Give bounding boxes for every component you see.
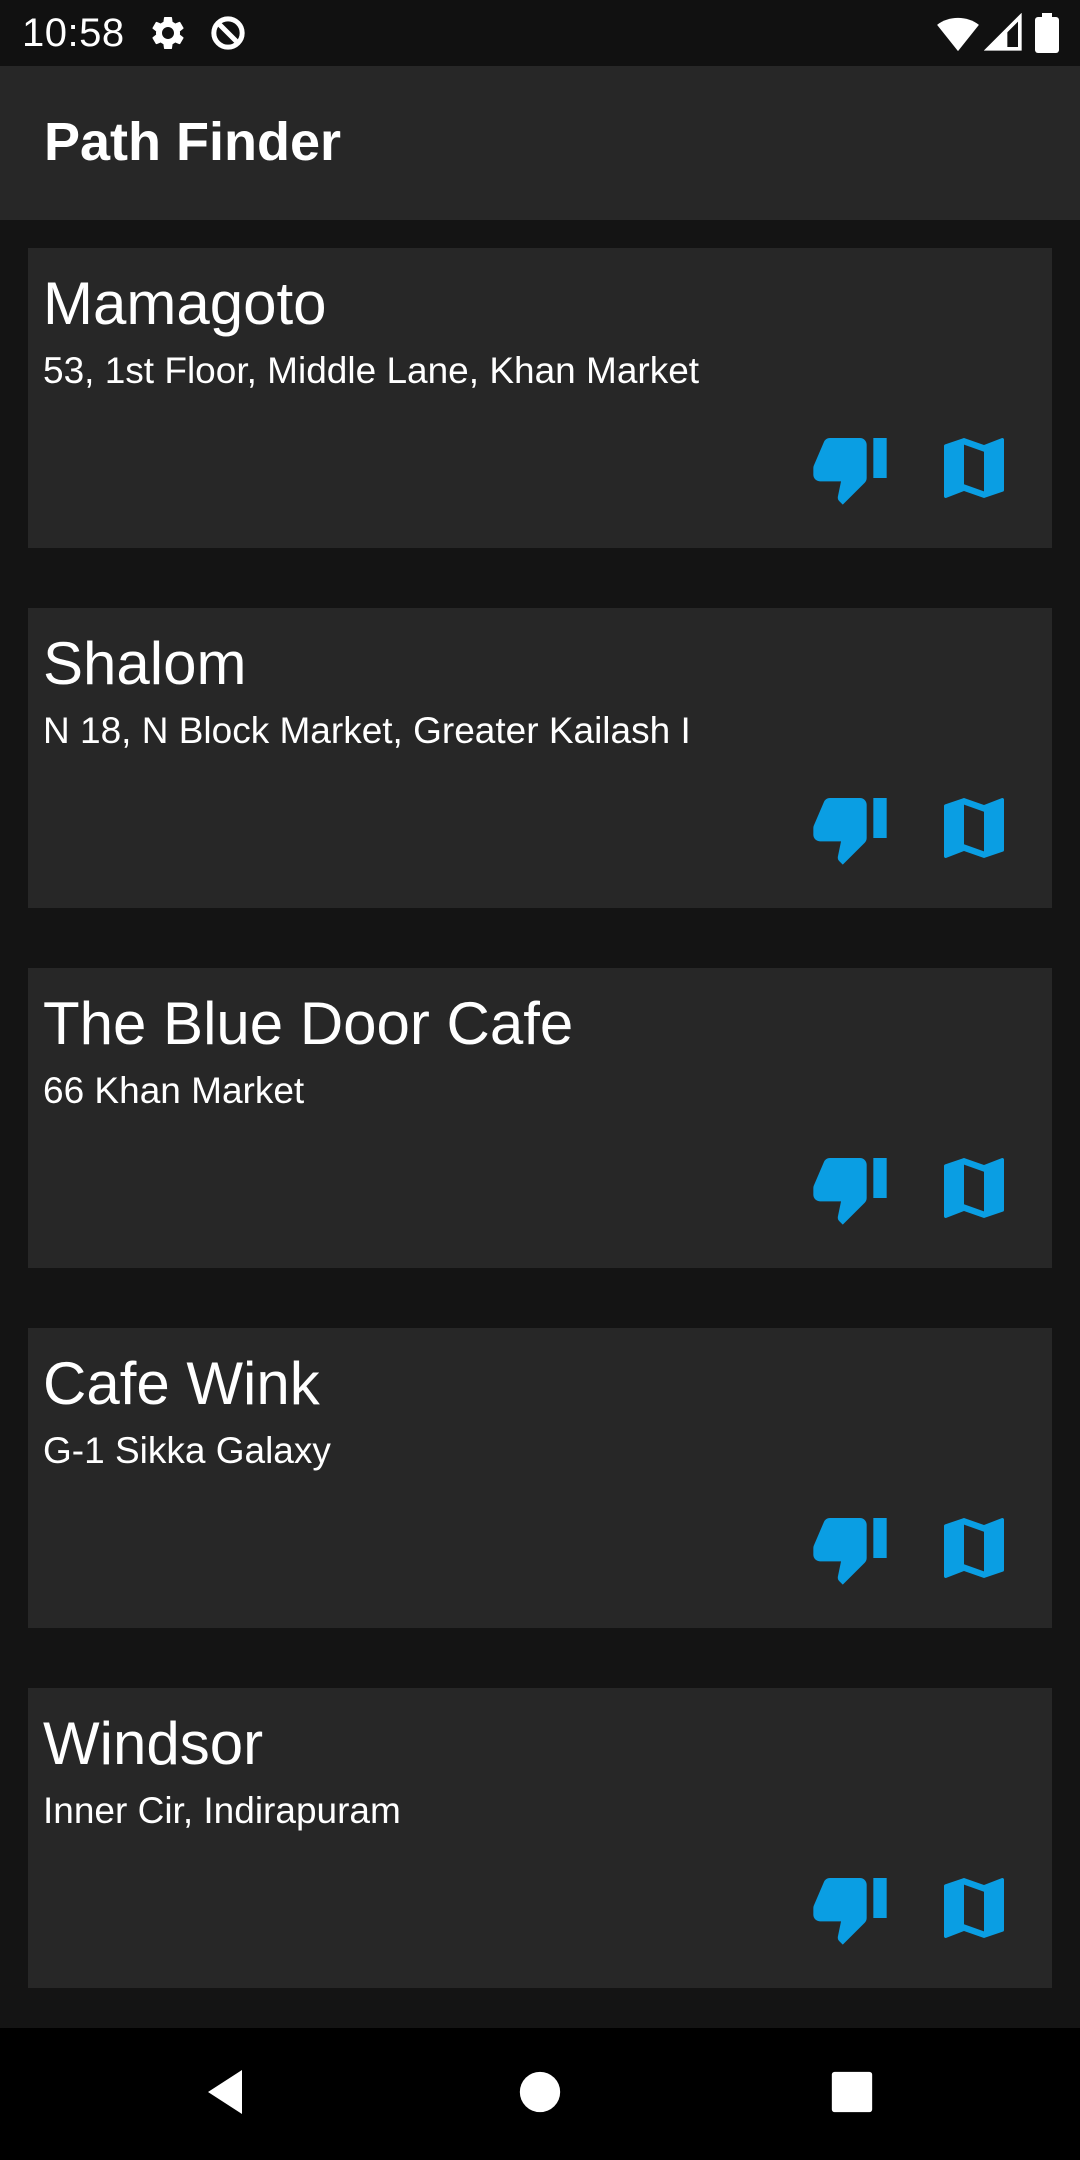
dislike-button[interactable] (804, 428, 896, 512)
map-icon (934, 788, 1014, 873)
map-icon (934, 1868, 1014, 1953)
place-card[interactable]: Windsor Inner Cir, Indirapuram (28, 1688, 1052, 1988)
map-icon (934, 1148, 1014, 1233)
wifi-icon (936, 13, 980, 53)
place-address: N 18, N Block Market, Greater Kailash I (43, 710, 691, 751)
dislike-button[interactable] (804, 1508, 896, 1592)
thumb-down-icon (806, 1868, 894, 1953)
navigation-bar (0, 2028, 1080, 2160)
dislike-button[interactable] (804, 788, 896, 872)
place-card[interactable]: The Blue Door Cafe 66 Khan Market (28, 968, 1052, 1268)
app-bar: Path Finder (0, 66, 1080, 220)
dislike-button[interactable] (804, 1148, 896, 1232)
place-list[interactable]: Mamagoto 53, 1st Floor, Middle Lane, Kha… (0, 220, 1080, 2028)
signal-icon (983, 12, 1024, 53)
place-card[interactable]: Mamagoto 53, 1st Floor, Middle Lane, Kha… (28, 248, 1052, 548)
place-address: Inner Cir, Indirapuram (43, 1790, 401, 1831)
map-icon (934, 1508, 1014, 1593)
place-card[interactable]: Shalom N 18, N Block Market, Greater Kai… (28, 608, 1052, 908)
place-address: 66 Khan Market (43, 1070, 305, 1111)
home-button[interactable] (510, 2064, 570, 2124)
map-button[interactable] (928, 428, 1020, 512)
place-name: Shalom (43, 630, 247, 697)
recents-button[interactable] (822, 2064, 882, 2124)
status-time: 10:58 (22, 11, 125, 55)
place-address: G-1 Sikka Galaxy (43, 1430, 331, 1471)
map-icon (934, 428, 1014, 513)
battery-icon (1034, 13, 1060, 53)
home-icon (518, 2070, 562, 2119)
app-title: Path Finder (44, 112, 342, 172)
back-icon (202, 2066, 250, 2123)
place-address: 53, 1st Floor, Middle Lane, Khan Market (43, 350, 700, 391)
place-name: The Blue Door Cafe (43, 990, 574, 1057)
thumb-down-icon (806, 788, 894, 873)
map-button[interactable] (928, 1148, 1020, 1232)
back-button[interactable] (196, 2064, 256, 2124)
thumb-down-icon (806, 428, 894, 513)
place-name: Mamagoto (43, 270, 327, 337)
place-name: Windsor (43, 1710, 264, 1777)
data-saver-icon (208, 13, 248, 53)
place-name: Cafe Wink (43, 1350, 320, 1417)
map-button[interactable] (928, 788, 1020, 872)
thumb-down-icon (806, 1148, 894, 1233)
map-button[interactable] (928, 1868, 1020, 1952)
place-card[interactable]: Cafe Wink G-1 Sikka Galaxy (28, 1328, 1052, 1628)
recents-icon (830, 2070, 874, 2119)
status-bar: 10:58 (0, 0, 1080, 66)
settings-icon (148, 13, 188, 53)
screen: 10:58 Path Finder Mamagoto 53, 1st Floor… (0, 0, 1080, 2160)
thumb-down-icon (806, 1508, 894, 1593)
dislike-button[interactable] (804, 1868, 896, 1952)
map-button[interactable] (928, 1508, 1020, 1592)
